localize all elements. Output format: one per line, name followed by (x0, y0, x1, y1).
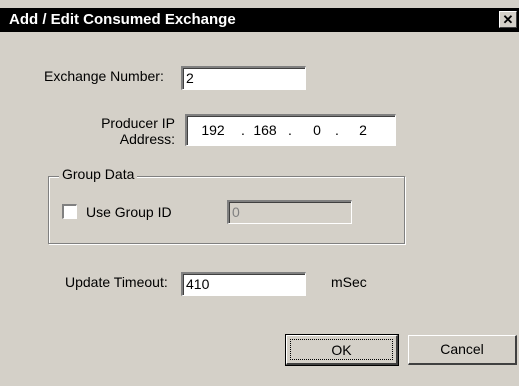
use-group-id-label[interactable]: Use Group ID (86, 204, 172, 220)
use-group-id-checkbox[interactable] (62, 204, 77, 219)
update-timeout-input[interactable]: 410 (181, 272, 306, 296)
ip-separator: . (335, 122, 339, 138)
exchange-number-label: Exchange Number: (44, 68, 164, 84)
ok-button[interactable]: OK (285, 334, 399, 366)
ip-octet-2[interactable]: 168 (251, 116, 279, 144)
ok-button-label: OK (290, 339, 393, 360)
dialog-title: Add / Edit Consumed Exchange (9, 11, 236, 28)
producer-ip-label: Producer IP Address: (60, 115, 175, 147)
ip-octet-4[interactable]: 2 (349, 116, 377, 144)
ip-octet-1[interactable]: 192 (199, 116, 227, 144)
update-timeout-label: Update Timeout: (65, 274, 168, 290)
exchange-number-value: 2 (186, 70, 194, 86)
ip-octet-3[interactable]: 0 (303, 116, 331, 144)
producer-ip-label-line2: Address: (119, 131, 175, 147)
group-data-legend: Group Data (59, 166, 138, 182)
cancel-button[interactable]: Cancel (408, 335, 517, 365)
ip-separator: . (288, 122, 292, 138)
close-icon: ✕ (502, 12, 514, 27)
update-timeout-unit: mSec (331, 274, 367, 290)
producer-ip-label-line1: Producer IP (101, 115, 175, 131)
cancel-button-label: Cancel (440, 341, 484, 357)
title-bar[interactable]: Add / Edit Consumed Exchange ✕ (0, 8, 519, 32)
producer-ip-input[interactable]: 192 . 168 . 0 . 2 (185, 114, 396, 146)
group-id-input: 0 (227, 200, 352, 224)
ip-separator: . (241, 122, 245, 138)
update-timeout-value: 410 (186, 276, 210, 292)
close-button[interactable]: ✕ (499, 11, 517, 28)
group-id-value: 0 (232, 204, 240, 220)
exchange-number-input[interactable]: 2 (181, 66, 306, 90)
add-edit-consumed-exchange-dialog: Add / Edit Consumed Exchange ✕ Exchange … (0, 0, 519, 386)
